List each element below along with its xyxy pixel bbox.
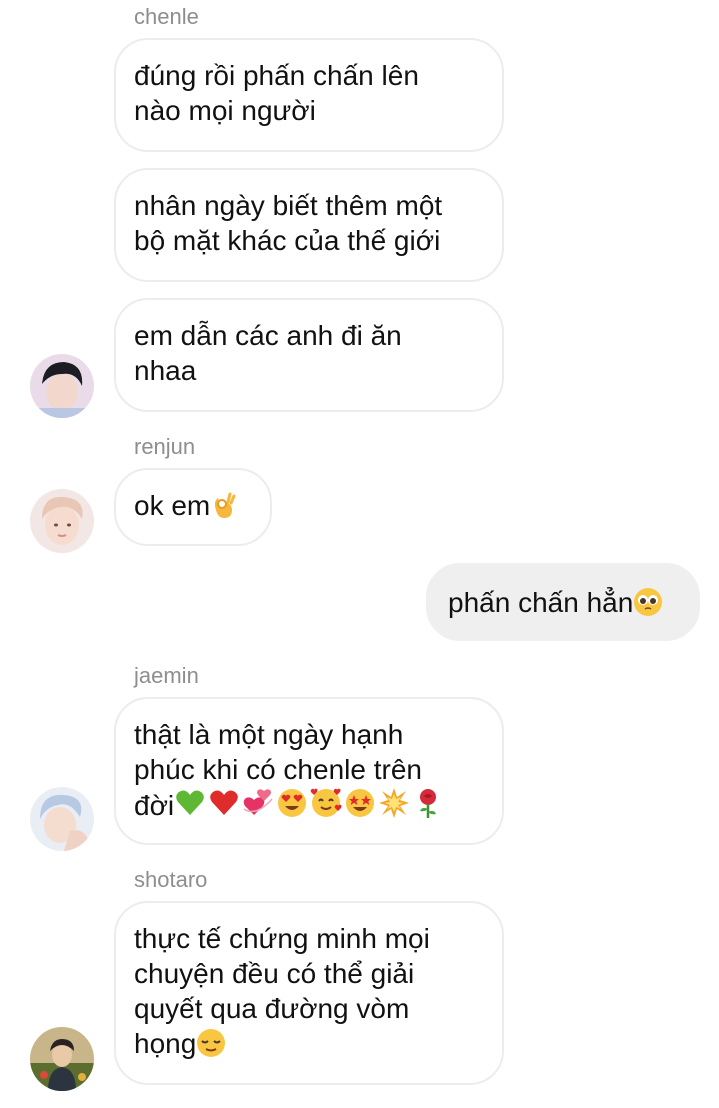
message-line: phúc khi có chenle trên: [134, 754, 422, 785]
message-line: bộ mặt khác của thế giới: [134, 225, 441, 256]
message-line: quyết qua đường vòm: [134, 993, 410, 1024]
avatar-jaemin[interactable]: [30, 787, 94, 851]
revolving-hearts-icon: [243, 789, 273, 815]
my-message-bubble[interactable]: phấn chấn hẳn: [426, 563, 700, 641]
relieved-face-icon: [196, 1028, 226, 1057]
message-bubble[interactable]: ok em: [114, 468, 272, 546]
green-heart-icon: [176, 790, 204, 815]
rose-icon: [420, 789, 437, 818]
message-line: nhaa: [134, 355, 197, 386]
star-struck-icon: [346, 789, 375, 817]
sender-name-jaemin: jaemin: [134, 663, 199, 688]
message-line: nào mọi người: [134, 95, 316, 126]
message-bubble[interactable]: thật là một ngày hạnh phúc khi có chenle…: [114, 697, 504, 845]
message-line: họng: [134, 1026, 482, 1061]
collision-icon: [379, 788, 410, 818]
message-text: đời: [134, 790, 175, 821]
message-line: đúng rồi phấn chấn lên: [134, 60, 419, 91]
message-line: thực tế chứng minh mọi: [134, 923, 430, 954]
message-text: họng: [134, 1028, 197, 1059]
smiling-hearts-icon: [310, 788, 342, 817]
avatar-chenle[interactable]: [30, 354, 94, 418]
ok-hand-icon: [210, 490, 238, 518]
message-line: nhân ngày biết thêm một: [134, 190, 443, 221]
message-line: ok em: [134, 490, 211, 521]
message-bubble[interactable]: em dẫn các anh đi ăn nhaa: [114, 298, 504, 412]
heart-eyes-icon: [278, 789, 307, 817]
message-bubble[interactable]: nhân ngày biết thêm một bộ mặt khác của …: [114, 168, 504, 282]
message-bubble[interactable]: đúng rồi phấn chấn lên nào mọi người: [114, 38, 504, 152]
message-line: chuyện đều có thể giải: [134, 958, 415, 989]
sender-name-shotaro: shotaro: [134, 867, 208, 892]
red-heart-icon: [210, 790, 238, 815]
message-line: em dẫn các anh đi ăn: [134, 320, 402, 351]
avatar-shotaro[interactable]: [30, 1027, 94, 1091]
message-line: đời: [134, 787, 482, 827]
sender-name-renjun: renjun: [134, 434, 196, 459]
message-line: thật là một ngày hạnh: [134, 719, 404, 750]
message-bubble[interactable]: thực tế chứng minh mọi chuyện đều có thể…: [114, 901, 504, 1085]
sender-name-chenle: chenle: [134, 4, 199, 29]
avatar-renjun[interactable]: [30, 489, 94, 553]
pleading-face-icon: [633, 587, 663, 616]
emoji-row: [174, 787, 450, 827]
message-line: phấn chấn hẳn: [448, 587, 634, 618]
